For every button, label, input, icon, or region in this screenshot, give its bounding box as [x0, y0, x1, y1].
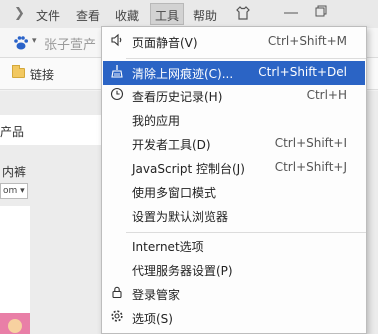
- menu-item-shortcut: Ctrl+Shift+J: [274, 160, 347, 174]
- menu-view[interactable]: 查看: [76, 7, 100, 24]
- menu-bar: ❯ 文件 查看 收藏 工具 帮助 ―: [0, 0, 378, 28]
- page-text-fragment: 产品: [0, 125, 25, 139]
- menu-item-mute[interactable]: 页面静音(V) Ctrl+Shift+M: [103, 30, 365, 54]
- menu-item-login-manager[interactable]: 登录管家: [103, 282, 365, 306]
- menu-item-label: 使用多窗口模式: [132, 186, 217, 200]
- menu-separator: [126, 232, 366, 233]
- menu-item-my-apps[interactable]: 我的应用: [103, 108, 365, 132]
- menu-item-label: 开发者工具(D): [132, 138, 211, 152]
- menu-item-clear-history[interactable]: 清除上网痕迹(C)... Ctrl+Shift+Del: [103, 61, 365, 85]
- page-select[interactable]: om ▾: [0, 183, 28, 199]
- chevron-right-icon[interactable]: ❯: [14, 6, 25, 21]
- menu-item-shortcut: Ctrl+Shift+Del: [258, 65, 347, 79]
- menu-item-label: 清除上网痕迹(C)...: [132, 67, 234, 81]
- search-engine-icon[interactable]: [12, 34, 32, 52]
- menu-item-shortcut: Ctrl+Shift+M: [267, 34, 347, 48]
- content-box: [0, 206, 30, 316]
- menu-item-history[interactable]: 查看历史记录(H) Ctrl+H: [103, 84, 365, 108]
- shirt-icon[interactable]: [232, 5, 254, 25]
- menu-item-label: 我的应用: [132, 114, 181, 128]
- menu-item-proxy-settings[interactable]: 代理服务器设置(P): [103, 258, 365, 282]
- menu-separator: [126, 58, 366, 59]
- menu-item-label: 选项(S): [132, 312, 173, 326]
- menu-item-label: 登录管家: [132, 288, 181, 302]
- menu-help[interactable]: 帮助: [193, 7, 217, 24]
- speaker-icon: [109, 33, 125, 49]
- menu-tools[interactable]: 工具: [150, 3, 185, 25]
- clock-icon: [109, 87, 125, 103]
- menu-item-label: 代理服务器设置(P): [132, 264, 233, 278]
- menu-item-multi-window[interactable]: 使用多窗口模式: [103, 180, 365, 204]
- restore-icon[interactable]: [310, 5, 332, 21]
- broom-icon: [109, 64, 125, 80]
- menu-favorites[interactable]: 收藏: [115, 7, 139, 24]
- menu-item-shortcut: Ctrl+Shift+I: [274, 136, 347, 150]
- gear-icon: [109, 309, 125, 325]
- tools-menu: 页面静音(V) Ctrl+Shift+M 清除上网痕迹(C)... Ctrl+S…: [101, 26, 367, 334]
- bookmark-links[interactable]: 链接: [30, 66, 54, 83]
- menu-item-label: 设置为默认浏览器: [132, 210, 229, 224]
- menu-item-label: JavaScript 控制台(J): [132, 162, 245, 176]
- menu-item-internet-options[interactable]: Internet选项: [103, 234, 365, 258]
- page-text-fragment: 内裤: [2, 165, 27, 179]
- menu-item-label: 页面静音(V): [132, 36, 198, 50]
- menu-item-options[interactable]: 选项(S): [103, 306, 365, 330]
- minimize-icon[interactable]: ―: [280, 5, 302, 21]
- chevron-down-icon[interactable]: ▾: [32, 36, 37, 46]
- lock-icon: [109, 285, 125, 301]
- folder-icon: [12, 65, 25, 78]
- menu-item-label: Internet选项: [132, 240, 204, 254]
- menu-item-shortcut: Ctrl+H: [306, 88, 347, 102]
- menu-file[interactable]: 文件: [36, 7, 60, 24]
- menu-item-default-browser[interactable]: 设置为默认浏览器: [103, 204, 365, 228]
- menu-item-label: 查看历史记录(H): [132, 90, 223, 104]
- page-image[interactable]: [0, 313, 30, 334]
- menu-item-dev-tools[interactable]: 开发者工具(D) Ctrl+Shift+I: [103, 132, 365, 156]
- search-input[interactable]: 张子萱产: [44, 34, 96, 53]
- menu-item-js-console[interactable]: JavaScript 控制台(J) Ctrl+Shift+J: [103, 156, 365, 180]
